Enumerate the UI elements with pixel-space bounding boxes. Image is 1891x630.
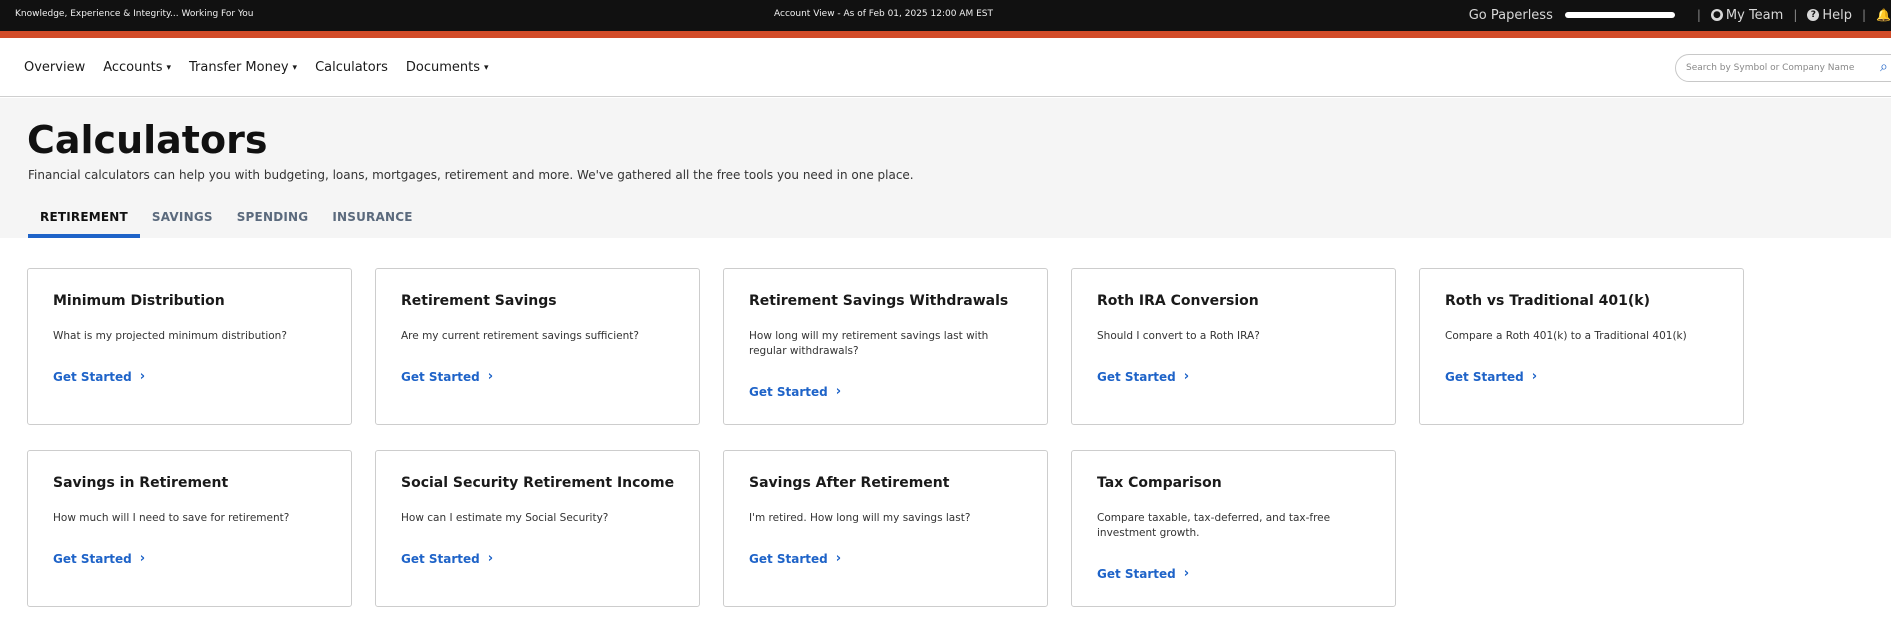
- get-started-link[interactable]: Get Started ›: [401, 369, 493, 384]
- card-description: Are my current retirement savings suffic…: [401, 330, 639, 342]
- get-started-label: Get Started: [53, 369, 132, 384]
- search-box[interactable]: ⌕: [1675, 54, 1891, 82]
- card-title: Retirement Savings: [401, 293, 557, 309]
- chevron-right-icon: ›: [835, 551, 842, 566]
- divider: |: [1696, 8, 1701, 22]
- calculator-card: Minimum Distribution What is my projected…: [27, 268, 352, 425]
- chevron-right-icon: ›: [139, 551, 146, 566]
- search-icon[interactable]: ⌕: [1880, 59, 1888, 75]
- get-started-link[interactable]: Get Started ›: [749, 384, 841, 399]
- go-paperless-label: Go Paperless: [1468, 7, 1553, 23]
- tagline: Knowledge, Experience & Integrity... Wor…: [15, 9, 254, 19]
- nav-item-label: Overview: [24, 60, 86, 75]
- chevron-right-icon: ›: [1183, 369, 1190, 384]
- get-started-link[interactable]: Get Started ›: [1097, 369, 1189, 384]
- my-team-label: My Team: [1725, 7, 1784, 23]
- card-description: Should I convert to a Roth IRA?: [1097, 330, 1260, 342]
- question-circle-icon: ?: [1807, 9, 1820, 21]
- chevron-right-icon: ›: [487, 369, 494, 384]
- my-team-link[interactable]: ● My Team: [1710, 7, 1784, 23]
- card-description: How can I estimate my Social Security?: [401, 512, 609, 524]
- calculator-card: Tax Comparison Compare taxable, tax-defer…: [1071, 450, 1396, 607]
- card-title: Savings After Retirement: [749, 475, 950, 491]
- main-nav: Overview Accounts ▾ Transfer Money ▾ Calculat…: [0, 38, 1891, 97]
- page-description: Financial calculators can help you with …: [28, 168, 914, 182]
- nav-item-label: Transfer Money: [189, 60, 289, 75]
- get-started-label: Get Started: [53, 551, 132, 566]
- account-view-timestamp: Account View - As of Feb 01, 2025 12:00 …: [774, 9, 993, 19]
- calculator-card: Retirement Savings Are my current retirem…: [375, 268, 700, 425]
- chevron-right-icon: ›: [1183, 566, 1190, 581]
- get-started-label: Get Started: [749, 551, 828, 566]
- get-started-link[interactable]: Get Started ›: [53, 551, 145, 566]
- chevron-down-icon: ▾: [292, 62, 298, 73]
- calculator-card: Social Security Retirement Income How can…: [375, 450, 700, 607]
- chevron-down-icon: ▾: [166, 62, 172, 73]
- card-description: I'm retired. How long will my savings la…: [749, 512, 971, 524]
- get-started-label: Get Started: [401, 369, 480, 384]
- get-started-link[interactable]: Get Started ›: [1097, 566, 1189, 581]
- nav-item-label: Accounts: [103, 60, 163, 75]
- nav-item-label: Calculators: [315, 60, 388, 75]
- card-description: How long will my retirement savings last…: [749, 330, 989, 357]
- nav-item-transfer-money[interactable]: Transfer Money ▾: [189, 60, 297, 75]
- card-description: How much will I need to save for retirem…: [53, 512, 290, 524]
- page-header: Calculators Financial calculators can he…: [0, 98, 1891, 238]
- calculator-card: Roth IRA Conversion Should I convert to a…: [1071, 268, 1396, 425]
- tab-insurance[interactable]: INSURANCE: [320, 207, 424, 238]
- top-bar-links: Go Paperless | ● My Team | ? Help | 🔔: [1469, 6, 1891, 24]
- get-started-label: Get Started: [1097, 369, 1176, 384]
- card-title: Savings in Retirement: [53, 475, 229, 491]
- divider: |: [1862, 8, 1867, 22]
- card-description: Compare a Roth 401(k) to a Traditional 4…: [1445, 330, 1687, 342]
- chevron-right-icon: ›: [139, 369, 146, 384]
- search-input[interactable]: [1686, 61, 1876, 75]
- get-started-link[interactable]: Get Started ›: [1445, 369, 1537, 384]
- user-circle-icon: ●: [1710, 9, 1723, 21]
- nav-items: Overview Accounts ▾ Transfer Money ▾ Calculat…: [24, 60, 489, 75]
- card-title: Retirement Savings Withdrawals: [749, 293, 1009, 309]
- calculator-card: Savings After Retirement I'm retired. How…: [723, 450, 1048, 607]
- page-title: Calculators: [27, 118, 268, 162]
- card-title: Roth vs Traditional 401(k): [1445, 293, 1650, 309]
- tab-spending[interactable]: SPENDING: [225, 207, 321, 238]
- card-title: Roth IRA Conversion: [1097, 293, 1259, 309]
- chevron-right-icon: ›: [1531, 369, 1538, 384]
- get-started-label: Get Started: [401, 551, 480, 566]
- calculator-card: Savings in Retirement How much will I nee…: [27, 450, 352, 607]
- calculator-card: Roth vs Traditional 401(k) Compare a Roth…: [1419, 268, 1744, 425]
- nav-item-label: Documents: [405, 60, 480, 75]
- divider: |: [1793, 8, 1798, 22]
- card-title: Minimum Distribution: [53, 293, 225, 309]
- get-started-label: Get Started: [749, 384, 828, 399]
- get-started-label: Get Started: [1445, 369, 1524, 384]
- card-description: What is my projected minimum distributio…: [53, 330, 287, 342]
- get-started-label: Get Started: [1097, 566, 1176, 581]
- get-started-link[interactable]: Get Started ›: [749, 551, 841, 566]
- nav-item-documents[interactable]: Documents ▾: [406, 60, 489, 75]
- go-paperless-toggle[interactable]: [1564, 12, 1675, 18]
- top-bar: Knowledge, Experience & Integrity... Wor…: [0, 0, 1891, 31]
- card-title: Tax Comparison: [1097, 475, 1222, 491]
- nav-item-overview[interactable]: Overview: [24, 60, 85, 75]
- tab-savings[interactable]: SAVINGS: [140, 207, 225, 238]
- calculator-card: Retirement Savings Withdrawals How long w…: [723, 268, 1048, 425]
- chevron-right-icon: ›: [835, 384, 842, 399]
- chevron-down-icon: ▾: [483, 62, 489, 73]
- nav-item-calculators[interactable]: Calculators: [315, 60, 388, 75]
- nav-item-accounts[interactable]: Accounts ▾: [103, 60, 171, 75]
- help-link[interactable]: ? Help: [1807, 8, 1852, 23]
- get-started-link[interactable]: Get Started ›: [53, 369, 145, 384]
- calculator-tabs: RETIREMENT SAVINGS SPENDING INSURANCE: [28, 207, 425, 238]
- card-title: Social Security Retirement Income: [401, 475, 675, 491]
- bell-icon[interactable]: 🔔: [1876, 8, 1891, 22]
- chevron-right-icon: ›: [487, 551, 494, 566]
- accent-strip: [0, 31, 1891, 38]
- get-started-link[interactable]: Get Started ›: [401, 551, 493, 566]
- card-description: Compare taxable, tax-deferred, and tax-f…: [1097, 512, 1331, 539]
- help-label: Help: [1822, 7, 1852, 23]
- tab-retirement[interactable]: RETIREMENT: [28, 207, 140, 238]
